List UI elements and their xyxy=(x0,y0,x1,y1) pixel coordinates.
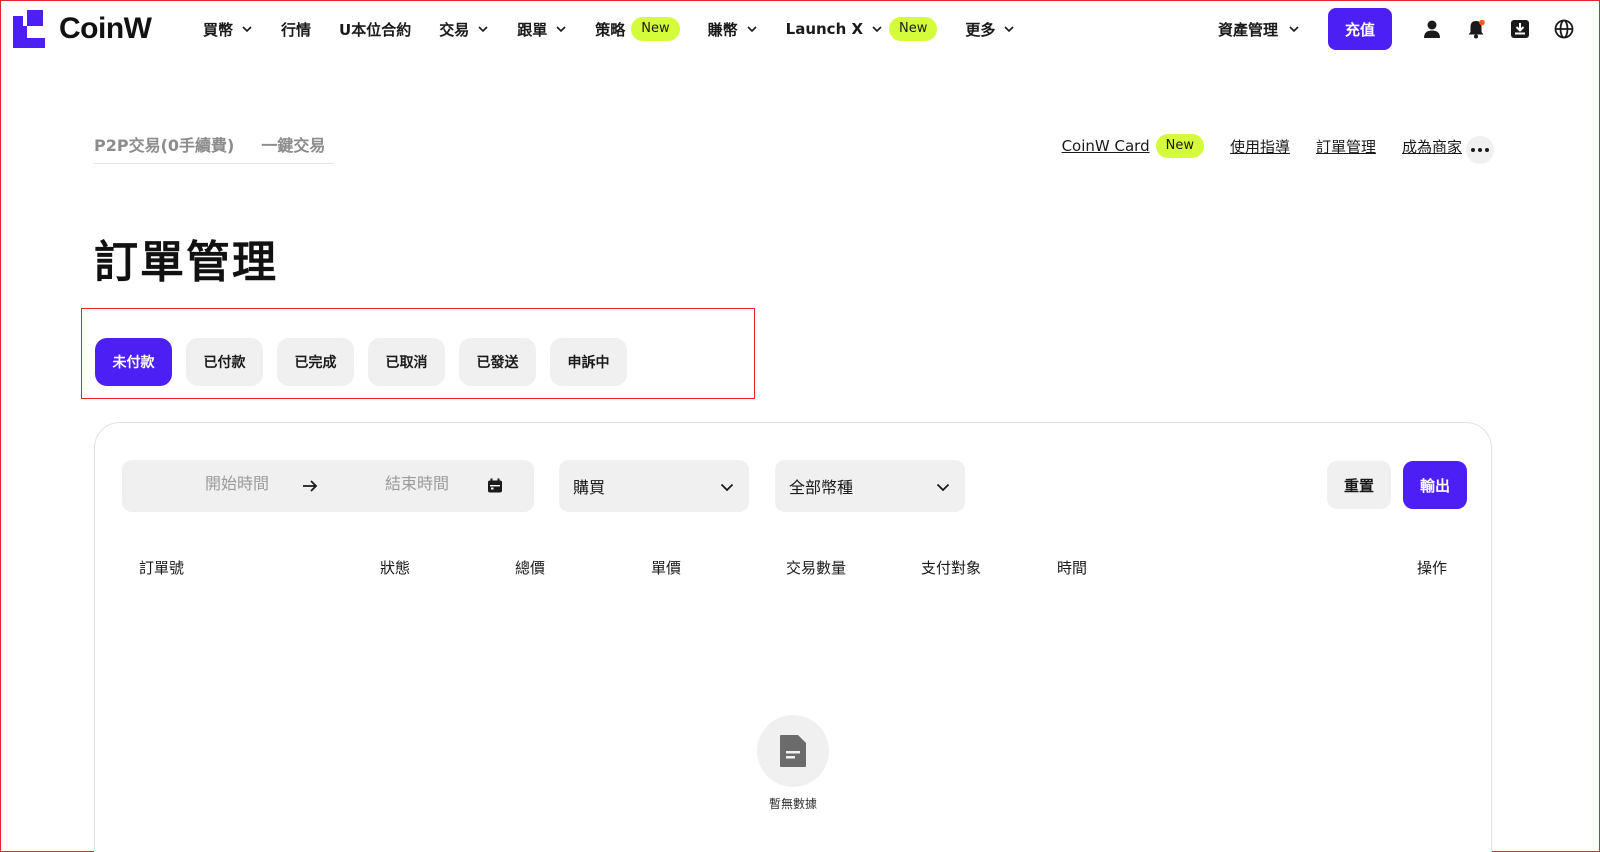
trade-side-value: 購買 xyxy=(573,478,606,497)
new-badge: New xyxy=(631,17,680,41)
column-header-counterparty: 支付對象 xyxy=(921,559,982,577)
column-header-status: 狀態 xyxy=(380,559,411,577)
chevron-down-icon xyxy=(872,26,882,33)
export-button[interactable]: 輸出 xyxy=(1403,461,1467,509)
asset-management-label: 資產管理 xyxy=(1217,20,1278,39)
main-menu: 買幣 行情 U本位合約 交易 跟單 策略 New 賺幣 Launch X New 更多 xyxy=(203,0,1043,58)
document-icon xyxy=(780,735,806,767)
top-navigation: CoinW 買幣 行情 U本位合約 交易 跟單 策略 New 賺幣 Launch X New 更多 … xyxy=(0,0,1600,58)
nav-item-1[interactable]: 行情 xyxy=(281,19,311,40)
new-badge: New xyxy=(889,17,938,41)
chevron-down-icon xyxy=(1289,26,1299,33)
trade-side-select[interactable]: 購買 xyxy=(559,460,749,512)
nav-item-2[interactable]: U本位合約 xyxy=(339,19,411,40)
globe-icon[interactable] xyxy=(1554,19,1574,39)
p2p-links: CoinW Card New 使用指導 訂單管理 成為商家 xyxy=(1062,134,1462,158)
nav-item-8[interactable]: 更多 xyxy=(965,19,1015,40)
nav-item-label: 更多 xyxy=(965,20,996,39)
orders-card: 購買 全部幣種 重置 輸出 訂單號 狀態 總價 單價 交易數量 支付對象 時間 … xyxy=(94,422,1492,852)
table-header: 訂單號 狀態 總價 單價 交易數量 支付對象 時間 操作 xyxy=(95,557,1491,579)
nav-item-4[interactable]: 跟單 xyxy=(517,19,567,40)
link-user-guide[interactable]: 使用指導 xyxy=(1230,136,1290,157)
link-coinw-card[interactable]: CoinW Card xyxy=(1062,137,1150,155)
column-header-time: 時間 xyxy=(1057,559,1088,577)
nav-item-3[interactable]: 交易 xyxy=(439,19,489,40)
empty-state-icon xyxy=(757,715,829,787)
date-range-picker[interactable] xyxy=(122,460,534,512)
column-header-total: 總價 xyxy=(515,559,546,577)
ellipsis-icon xyxy=(1471,148,1475,152)
nav-item-label: U本位合約 xyxy=(339,20,412,39)
nav-right: 資產管理 充值 xyxy=(1218,0,1600,58)
nav-item-label: 策略 xyxy=(595,20,626,39)
nav-item-label: 交易 xyxy=(439,20,470,39)
new-badge: New xyxy=(1155,134,1204,158)
chevron-down-icon xyxy=(478,26,488,33)
chevron-down-icon xyxy=(1004,26,1014,33)
tab-one-click-trade[interactable]: 一鍵交易 xyxy=(261,132,325,163)
brand-name: CoinW xyxy=(59,12,152,45)
asset-management-menu[interactable]: 資產管理 xyxy=(1218,19,1300,40)
order-status-tabs: 未付款 已付款 已完成 已取消 已發送 申訴中 xyxy=(95,338,641,386)
end-date-input[interactable] xyxy=(362,474,472,493)
status-tab-0[interactable]: 未付款 xyxy=(95,338,172,386)
column-header-unit-price: 單價 xyxy=(651,559,682,577)
column-header-quantity: 交易數量 xyxy=(786,559,847,577)
chevron-down-icon xyxy=(747,26,757,33)
column-header-order-no: 訂單號 xyxy=(139,559,185,577)
logo[interactable]: CoinW xyxy=(13,10,152,48)
chevron-down-icon xyxy=(556,26,566,33)
tab-p2p-trade[interactable]: P2P交易(0手續費) xyxy=(94,132,234,163)
deposit-button[interactable]: 充值 xyxy=(1328,8,1392,50)
link-become-merchant[interactable]: 成為商家 xyxy=(1402,136,1462,157)
coin-value: 全部幣種 xyxy=(789,478,854,497)
status-tab-2[interactable]: 已完成 xyxy=(277,338,354,386)
nav-item-label: 賺幣 xyxy=(707,20,738,39)
nav-item-6[interactable]: 賺幣 xyxy=(708,19,758,40)
nav-item-label: Launch X xyxy=(785,20,864,38)
link-order-management[interactable]: 訂單管理 xyxy=(1316,136,1376,157)
calendar-icon[interactable] xyxy=(486,477,504,495)
chevron-down-icon xyxy=(936,483,950,492)
download-icon[interactable] xyxy=(1510,19,1530,39)
start-date-input[interactable] xyxy=(182,474,292,493)
reset-button[interactable]: 重置 xyxy=(1327,461,1391,509)
more-options-button[interactable] xyxy=(1466,136,1494,164)
status-tab-4[interactable]: 已發送 xyxy=(459,338,536,386)
nav-item-7[interactable]: Launch X New xyxy=(786,17,938,41)
nav-item-label: 買幣 xyxy=(203,20,234,39)
column-header-action: 操作 xyxy=(1417,559,1448,577)
nav-item-label: 跟單 xyxy=(517,20,548,39)
user-icon[interactable] xyxy=(1422,19,1442,39)
chevron-down-icon xyxy=(242,26,252,33)
nav-item-0[interactable]: 買幣 xyxy=(203,19,253,40)
bell-icon[interactable] xyxy=(1466,19,1486,39)
page-title: 訂單管理 xyxy=(94,237,278,288)
chevron-down-icon xyxy=(720,483,734,492)
nav-item-label: 行情 xyxy=(281,20,312,39)
status-tab-5[interactable]: 申訴中 xyxy=(550,338,627,386)
status-tab-3[interactable]: 已取消 xyxy=(368,338,445,386)
empty-state-text: 暫無數據 xyxy=(768,797,817,811)
nav-item-5[interactable]: 策略 New xyxy=(595,17,680,41)
p2p-subtabs: P2P交易(0手續費) 一鍵交易 xyxy=(94,132,334,164)
status-tab-1[interactable]: 已付款 xyxy=(186,338,263,386)
arrow-right-icon xyxy=(303,480,318,492)
coin-select[interactable]: 全部幣種 xyxy=(775,460,965,512)
coinw-logo-icon xyxy=(13,10,45,48)
